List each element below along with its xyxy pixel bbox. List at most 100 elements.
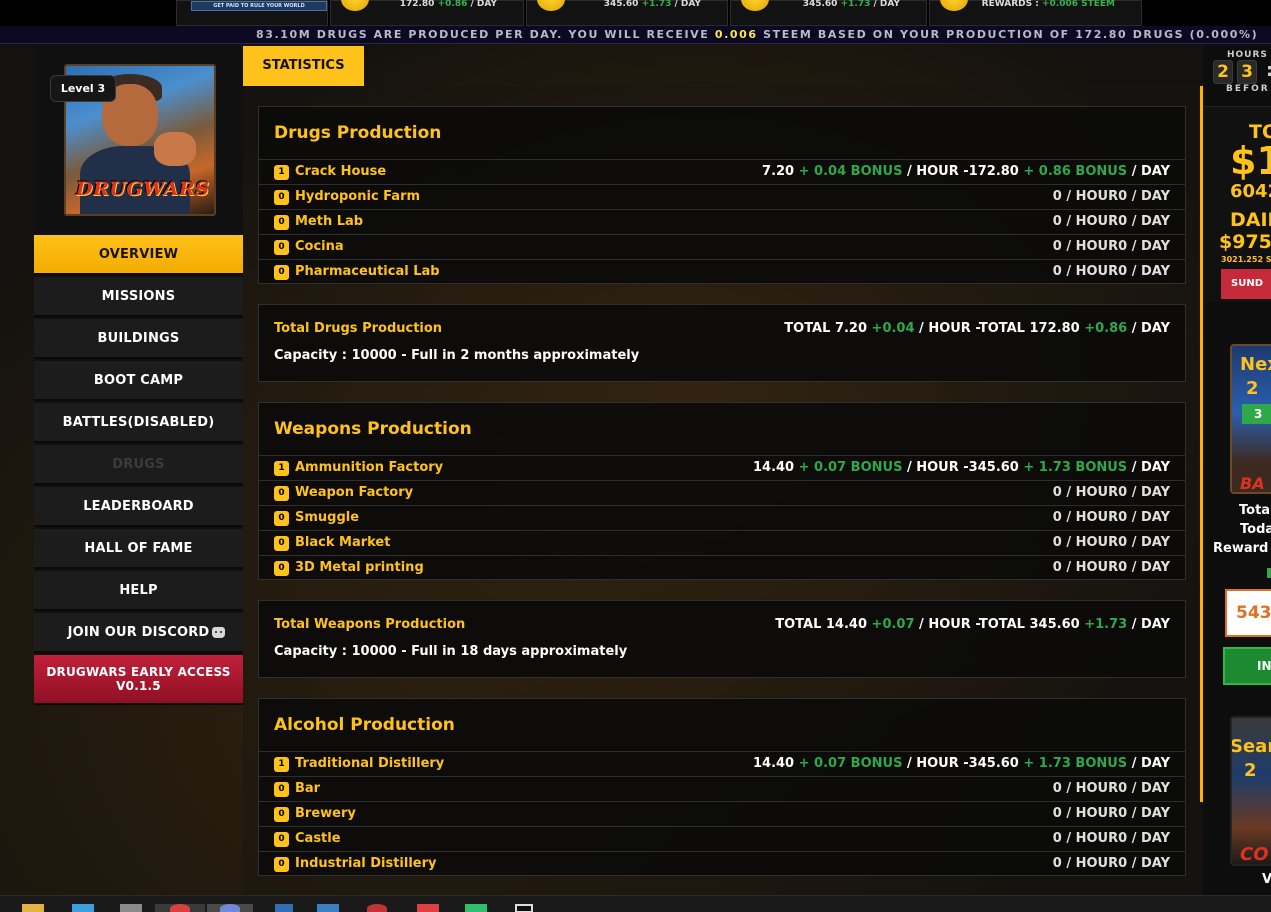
app-icon[interactable] (275, 904, 293, 912)
topbar-alcohol-box[interactable]: 345.60 +1.73 / DAY (730, 0, 927, 26)
building-row[interactable]: 1 Ammunition Factory 14.40 + 0.07 BONUS /… (259, 455, 1185, 480)
building-row[interactable]: 1 Crack House 7.20 + 0.04 BONUS / HOUR -1… (259, 159, 1185, 184)
topbar-drugs-box[interactable]: 172.80 +0.86 / DAY (330, 0, 524, 26)
building-count: 1 (274, 757, 289, 772)
building-row[interactable]: 0 Pharmaceutical Lab 0 / HOUR0 / DAY (259, 259, 1185, 284)
building-production: 0 / HOUR0 / DAY (1052, 510, 1170, 525)
building-row[interactable]: 0 Cocina 0 / HOUR0 / DAY (259, 234, 1185, 259)
building-production: 0 / HOUR0 / DAY (1052, 485, 1170, 500)
reward-label: Reward (1213, 541, 1269, 556)
app-icon[interactable] (367, 904, 387, 912)
building-row[interactable]: 0 Castle 0 / HOUR0 / DAY (259, 826, 1185, 851)
weapons-capacity: Capacity : 10000 - Full in 18 days appro… (274, 644, 628, 659)
building-production: 7.20 + 0.04 BONUS / HOUR -172.80 + 0.86 … (762, 164, 1170, 179)
building-production: 0 / HOUR0 / DAY (1052, 856, 1170, 871)
building-row[interactable]: 0 Hydroponic Farm 0 / HOUR0 / DAY (259, 184, 1185, 209)
building-row[interactable]: 0 Weapon Factory 0 / HOUR0 / DAY (259, 480, 1185, 505)
amount-input[interactable]: 543 (1225, 589, 1271, 637)
total-drugs-value: TOTAL 7.20 +0.04 / HOUR -TOTAL 172.80 +0… (784, 321, 1170, 336)
building-count: 1 (274, 461, 289, 476)
building-production: 0 / HOUR0 / DAY (1052, 189, 1170, 204)
app-icon[interactable] (317, 904, 339, 912)
nav-join-discord-label: JOIN OUR DISCORD (67, 625, 210, 640)
app-icon[interactable] (417, 904, 439, 912)
promo-number: 6042 (1230, 181, 1271, 202)
avatar-fist (154, 132, 196, 166)
coin-icon (741, 0, 769, 11)
building-row[interactable]: 0 Meth Lab 0 / HOUR0 / DAY (259, 209, 1185, 234)
building-name: Hydroponic Farm (295, 189, 421, 204)
building-row[interactable]: 0 Bar 0 / HOUR0 / DAY (259, 776, 1185, 801)
topbar-weapons-box[interactable]: 345.60 +1.73 / DAY (526, 0, 728, 26)
alcohol-production-title: Alcohol Production (274, 715, 455, 735)
nav-battles[interactable]: BATTLES(DISABLED) (34, 403, 243, 443)
nav-overview[interactable]: OVERVIEW (34, 235, 243, 275)
building-count: 0 (274, 190, 289, 205)
building-row[interactable]: 0 Black Market 0 / HOUR0 / DAY (259, 530, 1185, 555)
total-drugs-title: Total Drugs Production (274, 321, 443, 336)
building-count: 0 (274, 265, 289, 280)
app-icon[interactable] (465, 904, 487, 912)
nav-help[interactable]: HELP (34, 571, 243, 611)
building-row[interactable]: 1 Traditional Distillery 14.40 + 0.07 BON… (259, 751, 1185, 776)
building-row[interactable]: 0 Industrial Distillery 0 / HOUR0 / DAY (259, 851, 1185, 876)
building-name: 3D Metal printing (295, 560, 424, 575)
nav-drugs: DRUGS (34, 445, 243, 485)
invest-button[interactable]: IN (1223, 647, 1271, 685)
alcohol-production-card: Alcohol Production 1 Traditional Distille… (258, 698, 1186, 876)
building-name: Bar (295, 781, 321, 796)
building-count: 0 (274, 857, 289, 872)
building-name: Brewery (295, 806, 356, 821)
building-production: 0 / HOUR0 / DAY (1052, 214, 1170, 229)
topbar-rewards-box[interactable]: REWARDS : +0.006 STEEM (929, 0, 1142, 26)
timer-digit: 2 (1213, 60, 1233, 84)
nav-missions[interactable]: MISSIONS (34, 277, 243, 317)
nav-buildings[interactable]: BUILDINGS (34, 319, 243, 359)
nav-boot-camp[interactable]: BOOT CAMP (34, 361, 243, 401)
building-production: 0 / HOUR0 / DAY (1052, 264, 1170, 279)
building-name: Cocina (295, 239, 344, 254)
building-count: 0 (274, 536, 289, 551)
topbar-logo-box[interactable]: GET PAID TO RULE YOUR WORLD (176, 0, 328, 26)
hours-label: HOURS (1227, 50, 1268, 60)
coin-icon (341, 0, 369, 11)
building-production: 0 / HOUR0 / DAY (1052, 560, 1170, 575)
building-row[interactable]: 0 Smuggle 0 / HOUR0 / DAY (259, 505, 1185, 530)
search-event-number: 2 (1244, 760, 1257, 781)
building-production: 14.40 + 0.07 BONUS / HOUR -345.60 + 1.73… (752, 460, 1170, 475)
os-taskbar (0, 895, 1271, 912)
early-access-button[interactable]: DRUGWARS EARLY ACCESS V0.1.5 (34, 655, 243, 705)
monitor-icon[interactable] (72, 904, 94, 912)
building-name: Meth Lab (295, 214, 364, 229)
building-count: 0 (274, 240, 289, 255)
nav-hall-of-fame[interactable]: HALL OF FAME (34, 529, 243, 569)
next-event-card[interactable]: Nex 2 3 BA (1230, 344, 1271, 494)
nav-join-discord[interactable]: JOIN OUR DISCORD (34, 613, 243, 653)
building-production: 0 / HOUR0 / DAY (1052, 781, 1170, 796)
level-badge: Level 3 (50, 75, 116, 102)
building-row[interactable]: 0 Brewery 0 / HOUR0 / DAY (259, 801, 1185, 826)
next-event-badge: 3 (1242, 404, 1271, 424)
discord-taskbar-icon[interactable] (220, 904, 240, 912)
building-count: 1 (274, 165, 289, 180)
search-event-logo: CO (1240, 844, 1269, 865)
keyboard-icon[interactable] (120, 904, 142, 912)
green-indicator (1267, 568, 1271, 578)
building-row[interactable]: 0 3D Metal printing 0 / HOUR0 / DAY (259, 555, 1185, 580)
tab-statistics[interactable]: STATISTICS (243, 46, 364, 86)
browser-icon[interactable] (170, 904, 190, 912)
total-weapons-value: TOTAL 14.40 +0.07 / HOUR -TOTAL 345.60 +… (775, 617, 1170, 632)
search-event-card[interactable]: Sear 2 CO (1230, 716, 1271, 866)
building-production: 0 / HOUR0 / DAY (1052, 535, 1170, 550)
drugwars-logo: DRUGWARS (76, 178, 210, 200)
total-weapons-title: Total Weapons Production (274, 617, 466, 632)
folder-icon[interactable] (22, 904, 44, 912)
nav-leaderboard[interactable]: LEADERBOARD (34, 487, 243, 527)
rewards-promo: TO $1 6042 DAIL $975. 3021.252 ST SUND (1204, 106, 1271, 302)
right-footer-char: V (1262, 872, 1271, 887)
total-drugs-card: Total Drugs Production TOTAL 7.20 +0.04 … (258, 304, 1186, 382)
coin-icon (537, 0, 565, 11)
promo-button[interactable]: SUND (1221, 269, 1271, 299)
app-icon[interactable] (515, 904, 533, 912)
next-event-logo: BA (1240, 474, 1265, 493)
